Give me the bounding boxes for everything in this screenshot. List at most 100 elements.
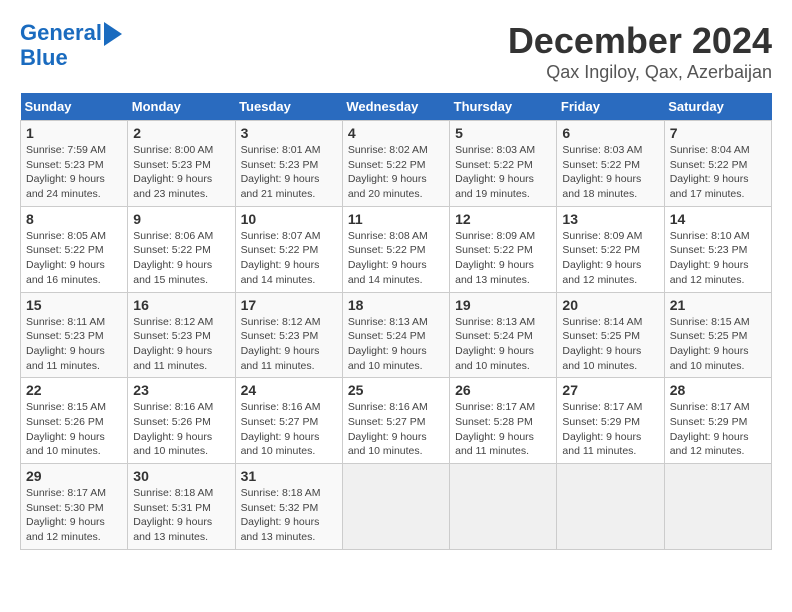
- week-row-5: 29 Sunrise: 8:17 AM Sunset: 5:30 PM Dayli…: [21, 464, 772, 550]
- calendar-cell: 10 Sunrise: 8:07 AM Sunset: 5:22 PM Dayli…: [235, 206, 342, 292]
- calendar-subtitle: Qax Ingiloy, Qax, Azerbaijan: [508, 62, 772, 83]
- day-info: Sunrise: 8:15 AM Sunset: 5:25 PM Dayligh…: [670, 315, 766, 374]
- day-info: Sunrise: 8:12 AM Sunset: 5:23 PM Dayligh…: [241, 315, 337, 374]
- calendar-cell: 8Sunrise: 8:05 AM Sunset: 5:22 PM Daylig…: [21, 206, 128, 292]
- weekday-header-saturday: Saturday: [664, 93, 771, 121]
- calendar-cell: [664, 464, 771, 550]
- day-number: 12: [455, 211, 551, 227]
- page-header: General Blue December 2024 Qax Ingiloy, …: [20, 20, 772, 83]
- calendar-cell: 31Sunrise: 8:18 AM Sunset: 5:32 PM Dayli…: [235, 464, 342, 550]
- calendar-cell: [557, 464, 664, 550]
- calendar-cell: 22 Sunrise: 8:15 AM Sunset: 5:26 PM Dayli…: [21, 378, 128, 464]
- day-number: 26: [455, 382, 551, 398]
- calendar-cell: 6 Sunrise: 8:03 AM Sunset: 5:22 PM Daylig…: [557, 121, 664, 207]
- day-info: Sunrise: 8:16 AM Sunset: 5:26 PM Dayligh…: [133, 400, 229, 459]
- logo-blue-text: Blue: [20, 46, 68, 70]
- day-number: 15: [26, 297, 122, 313]
- day-info: Sunrise: 8:02 AM Sunset: 5:22 PM Dayligh…: [348, 143, 444, 202]
- calendar-cell: 4 Sunrise: 8:02 AM Sunset: 5:22 PM Daylig…: [342, 121, 449, 207]
- week-row-3: 15 Sunrise: 8:11 AM Sunset: 5:23 PM Dayli…: [21, 292, 772, 378]
- day-info: Sunrise: 8:05 AM Sunset: 5:22 PM Dayligh…: [26, 229, 122, 288]
- calendar-cell: [342, 464, 449, 550]
- calendar-cell: 9 Sunrise: 8:06 AM Sunset: 5:22 PM Daylig…: [128, 206, 235, 292]
- calendar-cell: 5 Sunrise: 8:03 AM Sunset: 5:22 PM Daylig…: [450, 121, 557, 207]
- day-number: 16: [133, 297, 229, 313]
- day-info: Sunrise: 8:15 AM Sunset: 5:26 PM Dayligh…: [26, 400, 122, 459]
- day-number: 20: [562, 297, 658, 313]
- calendar-cell: 1 Sunrise: 7:59 AM Sunset: 5:23 PM Daylig…: [21, 121, 128, 207]
- calendar-cell: 29 Sunrise: 8:17 AM Sunset: 5:30 PM Dayli…: [21, 464, 128, 550]
- day-info: Sunrise: 8:07 AM Sunset: 5:22 PM Dayligh…: [241, 229, 337, 288]
- day-info: Sunrise: 8:18 AM Sunset: 5:32 PM Dayligh…: [241, 486, 337, 545]
- day-number: 21: [670, 297, 766, 313]
- day-info: Sunrise: 8:00 AM Sunset: 5:23 PM Dayligh…: [133, 143, 229, 202]
- calendar-cell: 16 Sunrise: 8:12 AM Sunset: 5:23 PM Dayli…: [128, 292, 235, 378]
- week-row-4: 22 Sunrise: 8:15 AM Sunset: 5:26 PM Dayli…: [21, 378, 772, 464]
- day-info: Sunrise: 8:17 AM Sunset: 5:29 PM Dayligh…: [562, 400, 658, 459]
- day-info: Sunrise: 8:04 AM Sunset: 5:22 PM Dayligh…: [670, 143, 766, 202]
- day-number: 5: [455, 125, 551, 141]
- day-number: 29: [26, 468, 122, 484]
- day-number: 24: [241, 382, 337, 398]
- calendar-title: December 2024: [508, 20, 772, 62]
- day-info: Sunrise: 8:13 AM Sunset: 5:24 PM Dayligh…: [455, 315, 551, 374]
- calendar-cell: 30Sunrise: 8:18 AM Sunset: 5:31 PM Dayli…: [128, 464, 235, 550]
- logo-text: General: [20, 21, 102, 45]
- calendar-cell: 24 Sunrise: 8:16 AM Sunset: 5:27 PM Dayli…: [235, 378, 342, 464]
- day-info: Sunrise: 8:03 AM Sunset: 5:22 PM Dayligh…: [562, 143, 658, 202]
- weekday-header-friday: Friday: [557, 93, 664, 121]
- calendar-table: SundayMondayTuesdayWednesdayThursdayFrid…: [20, 93, 772, 550]
- day-info: Sunrise: 8:11 AM Sunset: 5:23 PM Dayligh…: [26, 315, 122, 374]
- day-number: 1: [26, 125, 122, 141]
- calendar-cell: 20 Sunrise: 8:14 AM Sunset: 5:25 PM Dayli…: [557, 292, 664, 378]
- day-info: Sunrise: 8:12 AM Sunset: 5:23 PM Dayligh…: [133, 315, 229, 374]
- day-number: 28: [670, 382, 766, 398]
- day-info: Sunrise: 8:03 AM Sunset: 5:22 PM Dayligh…: [455, 143, 551, 202]
- day-number: 27: [562, 382, 658, 398]
- week-row-1: 1 Sunrise: 7:59 AM Sunset: 5:23 PM Daylig…: [21, 121, 772, 207]
- calendar-cell: 28 Sunrise: 8:17 AM Sunset: 5:29 PM Dayli…: [664, 378, 771, 464]
- calendar-cell: 7Sunrise: 8:04 AM Sunset: 5:22 PM Daylig…: [664, 121, 771, 207]
- calendar-cell: 13Sunrise: 8:09 AM Sunset: 5:22 PM Dayli…: [557, 206, 664, 292]
- weekday-header-thursday: Thursday: [450, 93, 557, 121]
- calendar-cell: 26 Sunrise: 8:17 AM Sunset: 5:28 PM Dayli…: [450, 378, 557, 464]
- day-number: 17: [241, 297, 337, 313]
- day-info: Sunrise: 8:17 AM Sunset: 5:29 PM Dayligh…: [670, 400, 766, 459]
- day-info: Sunrise: 8:14 AM Sunset: 5:25 PM Dayligh…: [562, 315, 658, 374]
- day-info: Sunrise: 8:16 AM Sunset: 5:27 PM Dayligh…: [241, 400, 337, 459]
- day-info: Sunrise: 7:59 AM Sunset: 5:23 PM Dayligh…: [26, 143, 122, 202]
- calendar-cell: 17 Sunrise: 8:12 AM Sunset: 5:23 PM Dayli…: [235, 292, 342, 378]
- day-number: 18: [348, 297, 444, 313]
- day-info: Sunrise: 8:10 AM Sunset: 5:23 PM Dayligh…: [670, 229, 766, 288]
- week-row-2: 8Sunrise: 8:05 AM Sunset: 5:22 PM Daylig…: [21, 206, 772, 292]
- day-info: Sunrise: 8:08 AM Sunset: 5:22 PM Dayligh…: [348, 229, 444, 288]
- logo-arrow-icon: [104, 22, 122, 46]
- weekday-header-tuesday: Tuesday: [235, 93, 342, 121]
- day-number: 11: [348, 211, 444, 227]
- calendar-cell: 23Sunrise: 8:16 AM Sunset: 5:26 PM Dayli…: [128, 378, 235, 464]
- day-number: 6: [562, 125, 658, 141]
- day-number: 4: [348, 125, 444, 141]
- day-info: Sunrise: 8:17 AM Sunset: 5:28 PM Dayligh…: [455, 400, 551, 459]
- calendar-cell: 19Sunrise: 8:13 AM Sunset: 5:24 PM Dayli…: [450, 292, 557, 378]
- weekday-header-sunday: Sunday: [21, 93, 128, 121]
- day-number: 9: [133, 211, 229, 227]
- calendar-cell: 27 Sunrise: 8:17 AM Sunset: 5:29 PM Dayli…: [557, 378, 664, 464]
- weekday-header-wednesday: Wednesday: [342, 93, 449, 121]
- day-info: Sunrise: 8:06 AM Sunset: 5:22 PM Dayligh…: [133, 229, 229, 288]
- day-number: 10: [241, 211, 337, 227]
- day-number: 14: [670, 211, 766, 227]
- day-number: 22: [26, 382, 122, 398]
- day-info: Sunrise: 8:09 AM Sunset: 5:22 PM Dayligh…: [562, 229, 658, 288]
- calendar-cell: 15 Sunrise: 8:11 AM Sunset: 5:23 PM Dayli…: [21, 292, 128, 378]
- title-block: December 2024 Qax Ingiloy, Qax, Azerbaij…: [508, 20, 772, 83]
- calendar-cell: [450, 464, 557, 550]
- day-info: Sunrise: 8:17 AM Sunset: 5:30 PM Dayligh…: [26, 486, 122, 545]
- calendar-cell: 25Sunrise: 8:16 AM Sunset: 5:27 PM Dayli…: [342, 378, 449, 464]
- day-number: 2: [133, 125, 229, 141]
- day-number: 30: [133, 468, 229, 484]
- calendar-cell: 2 Sunrise: 8:00 AM Sunset: 5:23 PM Daylig…: [128, 121, 235, 207]
- day-number: 3: [241, 125, 337, 141]
- day-number: 25: [348, 382, 444, 398]
- weekday-header-monday: Monday: [128, 93, 235, 121]
